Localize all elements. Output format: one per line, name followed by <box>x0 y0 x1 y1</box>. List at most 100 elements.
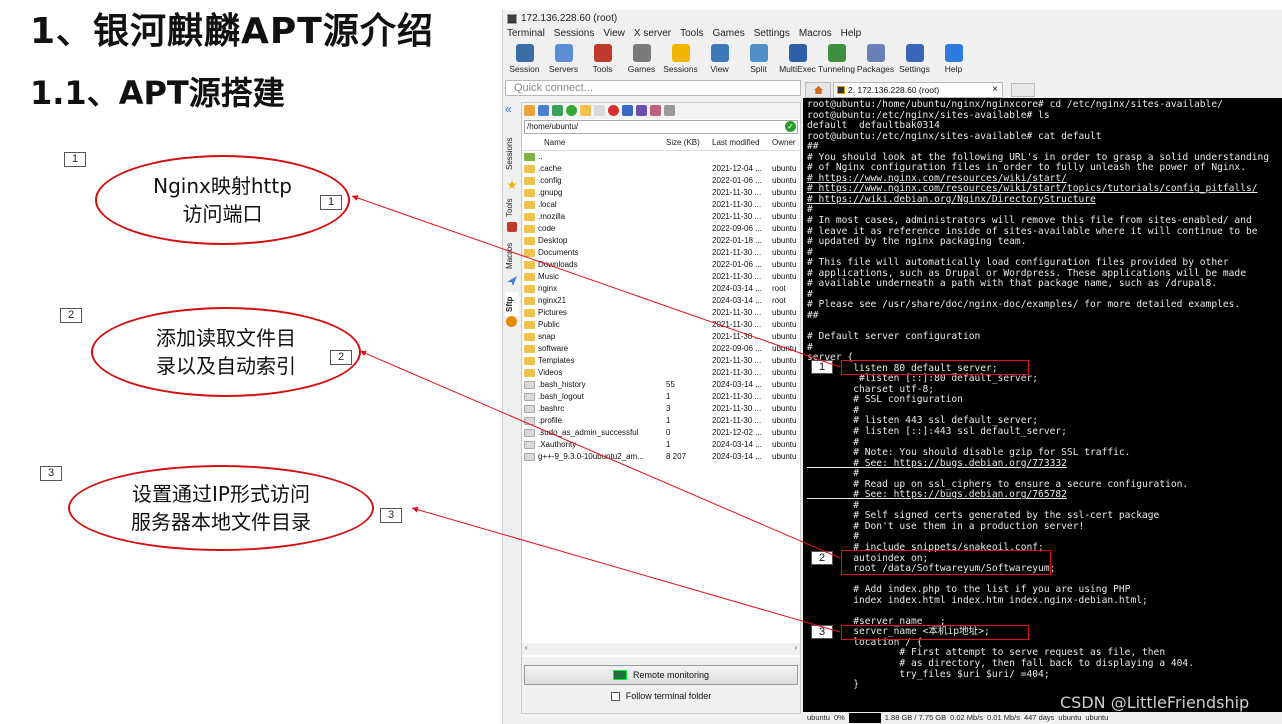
scroll-right-icon[interactable]: › <box>794 643 797 652</box>
file-row[interactable]: software 2022-09-06 ... ubuntu <box>522 343 800 355</box>
new-folder-icon[interactable] <box>580 105 591 116</box>
file-row[interactable]: .bash_logout 1 2021-11-30 ... ubuntu <box>522 391 800 403</box>
terminal-line: # SSL configuration <box>807 394 963 406</box>
file-row[interactable]: .profile 1 2021-11-30 ... ubuntu <box>522 415 800 427</box>
file-row[interactable]: .Xauthority 1 2024-03-14 ... ubuntu <box>522 439 800 451</box>
horizontal-scrollbar[interactable]: ‹ › <box>522 643 800 655</box>
callout-3-number: 3 <box>40 466 62 481</box>
menu-terminal[interactable]: Terminal <box>507 28 545 42</box>
file-row[interactable]: .sudo_as_admin_successful 0 2021-12-02 ...… <box>522 427 800 439</box>
toolbar-tools-button[interactable]: Tools <box>583 42 622 76</box>
follow-terminal-folder[interactable]: Follow terminal folder <box>522 691 800 701</box>
window-titlebar: 172.136.228.60 (root) <box>503 10 1282 28</box>
highlight-box-1 <box>841 360 1029 375</box>
side-tab-sessions[interactable]: Sessions <box>505 130 519 178</box>
menu-help[interactable]: Help <box>841 28 862 42</box>
file-row[interactable]: nginx21 2024-03-14 ... root <box>522 295 800 307</box>
col-size[interactable]: Size (KB) <box>662 135 712 150</box>
toolbar-tunneling-button[interactable]: Tunneling <box>817 42 856 76</box>
side-tab-sftp[interactable]: Sftp <box>505 292 519 316</box>
file-row[interactable]: .. <box>522 151 800 163</box>
col-modified[interactable]: Last modified <box>712 135 772 150</box>
file-row[interactable]: .gnupg 2021-11-30 ... ubuntu <box>522 187 800 199</box>
slide-title: 1、银河麒麟APT源介绍 <box>30 11 434 52</box>
file-row[interactable]: Desktop 2022-01-18 ... ubuntu <box>522 235 800 247</box>
close-tab-icon[interactable]: × <box>992 83 998 97</box>
delete-icon[interactable] <box>608 105 619 116</box>
folder-up-icon[interactable] <box>524 105 535 116</box>
toolbar-session-button[interactable]: Session <box>505 42 544 76</box>
terminal[interactable]: root@ubuntu:/home/ubuntu/nginx/nginxcore… <box>803 98 1282 712</box>
toolbar-label: Sessions <box>663 64 698 74</box>
terminal-tab[interactable]: 2. 172.136.228.60 (root) × <box>833 82 1003 98</box>
home-tab[interactable] <box>805 82 831 98</box>
file-owner: ubuntu <box>772 392 797 401</box>
toolbar-games-button[interactable]: Games <box>622 42 661 76</box>
path-ok-icon[interactable]: ✓ <box>785 121 796 132</box>
file-row[interactable]: Public 2021-11-30 ... ubuntu <box>522 319 800 331</box>
open-with-icon[interactable] <box>650 105 661 116</box>
toolbar-servers-button[interactable]: Servers <box>544 42 583 76</box>
file-row[interactable]: Videos 2021-11-30 ... ubuntu <box>522 367 800 379</box>
menu-tools[interactable]: Tools <box>680 28 703 42</box>
file-modified: 2021-11-30 ... <box>712 200 762 209</box>
folder-icon <box>524 285 535 293</box>
toolbar-help-button[interactable]: Help <box>934 42 973 76</box>
sftp-path-input[interactable]: /home/ubuntu/ ✓ <box>524 120 798 134</box>
upload-icon[interactable] <box>552 105 563 116</box>
callout-3-line1: 设置通过IP形式访问 <box>132 482 310 506</box>
file-row[interactable]: .cache 2021-12-04 ... ubuntu <box>522 163 800 175</box>
file-owner: ubuntu <box>772 224 797 233</box>
new-file-icon[interactable] <box>594 105 605 116</box>
file-row[interactable]: .bash_history 55 2024-03-14 ... ubuntu <box>522 379 800 391</box>
toolbar-view-button[interactable]: View <box>700 42 739 76</box>
settings-icon <box>905 44 924 62</box>
file-row[interactable]: .config 2022-01-06 ... ubuntu <box>522 175 800 187</box>
menu-sessions[interactable]: Sessions <box>554 28 595 42</box>
games-icon <box>632 44 651 62</box>
file-row[interactable]: Music 2021-11-30 ... ubuntu <box>522 271 800 283</box>
refresh-icon[interactable] <box>566 105 577 116</box>
download-icon[interactable] <box>538 105 549 116</box>
watermark: CSDN @LittleFriendship <box>1060 693 1250 712</box>
file-row[interactable]: .mozilla 2021-11-30 ... ubuntu <box>522 211 800 223</box>
scroll-left-icon[interactable]: ‹ <box>525 643 528 652</box>
file-row[interactable]: g++-9_9.3.0-10ubuntu2_am... 8 207 2024-03-… <box>522 451 800 463</box>
toolbar-packages-button[interactable]: Packages <box>856 42 895 76</box>
menu-settings[interactable]: Settings <box>754 28 790 42</box>
file-row[interactable]: Pictures 2021-11-30 ... ubuntu <box>522 307 800 319</box>
col-name[interactable]: Name <box>522 135 662 150</box>
file-row[interactable]: Templates 2021-11-30 ... ubuntu <box>522 355 800 367</box>
quick-connect-input[interactable]: Quick connect... <box>505 80 801 96</box>
col-owner[interactable]: Owner <box>772 135 800 150</box>
file-row[interactable]: snap 2021-11-30 ... ubuntu <box>522 331 800 343</box>
terminal-icon[interactable] <box>664 105 675 116</box>
file-row[interactable]: Documents 2021-11-30 ... ubuntu <box>522 247 800 259</box>
file-row[interactable]: Downloads 2022-01-06 ... ubuntu <box>522 259 800 271</box>
toolbar-split-button[interactable]: Split <box>739 42 778 76</box>
new-tab-button[interactable] <box>1011 83 1035 97</box>
toolbar-multiexec-button[interactable]: MultiExec <box>778 42 817 76</box>
menu-games[interactable]: Games <box>712 28 744 42</box>
menu-macros[interactable]: Macros <box>799 28 832 42</box>
permissions-icon[interactable] <box>636 105 647 116</box>
file-icon <box>524 393 535 401</box>
menu-x-server[interactable]: X server <box>634 28 671 42</box>
file-icon <box>524 417 535 425</box>
terminal-line: root@ubuntu:/home/ubuntu/nginx/nginxcore… <box>807 99 1223 110</box>
status-user-2: ubuntu <box>1085 713 1109 722</box>
menu-view[interactable]: View <box>603 28 625 42</box>
side-tab-macros[interactable]: Macros <box>505 238 519 274</box>
file-row[interactable]: .bashrc 3 2021-11-30 ... ubuntu <box>522 403 800 415</box>
rename-icon[interactable] <box>622 105 633 116</box>
remote-monitoring-button[interactable]: Remote monitoring <box>524 665 798 685</box>
file-name: Desktop <box>538 236 568 245</box>
file-row[interactable]: code 2022-09-06 ... ubuntu <box>522 223 800 235</box>
toolbar-settings-button[interactable]: Settings <box>895 42 934 76</box>
file-row[interactable]: nginx 2024-03-14 ... root <box>522 283 800 295</box>
collapse-chevron-icon[interactable]: « <box>505 102 512 116</box>
follow-terminal-checkbox[interactable] <box>610 691 620 701</box>
toolbar-sessions-button[interactable]: Sessions <box>661 42 700 76</box>
file-row[interactable]: .local 2021-11-30 ... ubuntu <box>522 199 800 211</box>
side-tab-tools[interactable]: Tools <box>505 194 519 222</box>
